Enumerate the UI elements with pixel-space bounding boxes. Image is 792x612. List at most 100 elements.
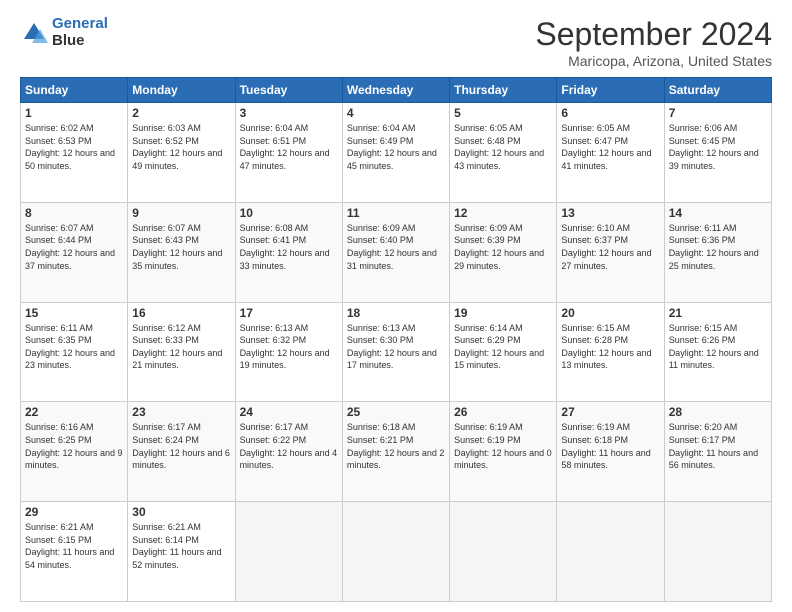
day-info: Sunrise: 6:15 AMSunset: 6:28 PMDaylight:… bbox=[561, 322, 659, 372]
day-number: 10 bbox=[240, 206, 338, 220]
day-info: Sunrise: 6:13 AMSunset: 6:32 PMDaylight:… bbox=[240, 322, 338, 372]
day-info: Sunrise: 6:19 AMSunset: 6:19 PMDaylight:… bbox=[454, 421, 552, 471]
calendar-day-header: Tuesday bbox=[235, 78, 342, 103]
day-number: 28 bbox=[669, 405, 767, 419]
day-number: 17 bbox=[240, 306, 338, 320]
calendar-cell: 13 Sunrise: 6:10 AMSunset: 6:37 PMDayligh… bbox=[557, 202, 664, 302]
day-info: Sunrise: 6:04 AMSunset: 6:49 PMDaylight:… bbox=[347, 122, 445, 172]
calendar-cell: 24 Sunrise: 6:17 AMSunset: 6:22 PMDayligh… bbox=[235, 402, 342, 502]
day-number: 25 bbox=[347, 405, 445, 419]
day-info: Sunrise: 6:05 AMSunset: 6:47 PMDaylight:… bbox=[561, 122, 659, 172]
calendar-cell: 30Sunrise: 6:21 AMSunset: 6:14 PMDayligh… bbox=[128, 502, 235, 602]
calendar-cell: 2Sunrise: 6:03 AMSunset: 6:52 PMDaylight… bbox=[128, 103, 235, 203]
day-info: Sunrise: 6:21 AMSunset: 6:15 PMDaylight:… bbox=[25, 521, 123, 571]
calendar-week-row: 1 Sunrise: 6:02 AMSunset: 6:53 PMDaylight… bbox=[21, 103, 772, 203]
day-info: Sunrise: 6:05 AMSunset: 6:48 PMDaylight:… bbox=[454, 122, 552, 172]
calendar-week-row: 29 Sunrise: 6:21 AMSunset: 6:15 PMDayligh… bbox=[21, 502, 772, 602]
day-number: 26 bbox=[454, 405, 552, 419]
day-info: Sunrise: 6:09 AMSunset: 6:40 PMDaylight:… bbox=[347, 222, 445, 272]
day-number: 20 bbox=[561, 306, 659, 320]
calendar-cell: 18Sunrise: 6:13 AMSunset: 6:30 PMDayligh… bbox=[342, 302, 449, 402]
calendar-cell: 22Sunrise: 6:16 AMSunset: 6:25 PMDayligh… bbox=[21, 402, 128, 502]
day-number: 12 bbox=[454, 206, 552, 220]
day-info: Sunrise: 6:18 AMSunset: 6:21 PMDaylight:… bbox=[347, 421, 445, 471]
day-info: Sunrise: 6:17 AMSunset: 6:22 PMDaylight:… bbox=[240, 421, 338, 471]
logo-text: General Blue bbox=[52, 16, 108, 49]
day-number: 11 bbox=[347, 206, 445, 220]
day-number: 21 bbox=[669, 306, 767, 320]
day-info: Sunrise: 6:19 AMSunset: 6:18 PMDaylight:… bbox=[561, 421, 659, 471]
calendar-cell bbox=[235, 502, 342, 602]
day-number: 24 bbox=[240, 405, 338, 419]
calendar-cell: 3 Sunrise: 6:04 AMSunset: 6:51 PMDaylight… bbox=[235, 103, 342, 203]
calendar-day-header: Saturday bbox=[664, 78, 771, 103]
calendar-cell: 28 Sunrise: 6:20 AMSunset: 6:17 PMDayligh… bbox=[664, 402, 771, 502]
day-number: 27 bbox=[561, 405, 659, 419]
day-info: Sunrise: 6:03 AMSunset: 6:52 PMDaylight:… bbox=[132, 122, 230, 172]
day-info: Sunrise: 6:07 AMSunset: 6:44 PMDaylight:… bbox=[25, 222, 123, 272]
logo-line2: Blue bbox=[52, 33, 108, 50]
day-number: 7 bbox=[669, 106, 767, 120]
calendar-cell: 8 Sunrise: 6:07 AMSunset: 6:44 PMDaylight… bbox=[21, 202, 128, 302]
day-info: Sunrise: 6:09 AMSunset: 6:39 PMDaylight:… bbox=[454, 222, 552, 272]
calendar-cell: 21 Sunrise: 6:15 AMSunset: 6:26 PMDayligh… bbox=[664, 302, 771, 402]
day-info: Sunrise: 6:20 AMSunset: 6:17 PMDaylight:… bbox=[669, 421, 767, 471]
day-number: 4 bbox=[347, 106, 445, 120]
calendar-cell: 23Sunrise: 6:17 AMSunset: 6:24 PMDayligh… bbox=[128, 402, 235, 502]
day-number: 9 bbox=[132, 206, 230, 220]
calendar-cell: 12 Sunrise: 6:09 AMSunset: 6:39 PMDayligh… bbox=[450, 202, 557, 302]
calendar-cell: 20 Sunrise: 6:15 AMSunset: 6:28 PMDayligh… bbox=[557, 302, 664, 402]
calendar-cell bbox=[450, 502, 557, 602]
calendar-day-header: Friday bbox=[557, 78, 664, 103]
day-info: Sunrise: 6:10 AMSunset: 6:37 PMDaylight:… bbox=[561, 222, 659, 272]
calendar-cell: 25 Sunrise: 6:18 AMSunset: 6:21 PMDayligh… bbox=[342, 402, 449, 502]
day-number: 16 bbox=[132, 306, 230, 320]
day-number: 8 bbox=[25, 206, 123, 220]
calendar-cell: 4 Sunrise: 6:04 AMSunset: 6:49 PMDaylight… bbox=[342, 103, 449, 203]
title-block: September 2024 Maricopa, Arizona, United… bbox=[535, 16, 772, 69]
calendar-cell: 11 Sunrise: 6:09 AMSunset: 6:40 PMDayligh… bbox=[342, 202, 449, 302]
day-number: 6 bbox=[561, 106, 659, 120]
calendar-cell: 17 Sunrise: 6:13 AMSunset: 6:32 PMDayligh… bbox=[235, 302, 342, 402]
day-number: 23 bbox=[132, 405, 230, 419]
calendar-cell: 10Sunrise: 6:08 AMSunset: 6:41 PMDayligh… bbox=[235, 202, 342, 302]
day-info: Sunrise: 6:02 AMSunset: 6:53 PMDaylight:… bbox=[25, 122, 123, 172]
calendar-header-row: SundayMondayTuesdayWednesdayThursdayFrid… bbox=[21, 78, 772, 103]
day-info: Sunrise: 6:07 AMSunset: 6:43 PMDaylight:… bbox=[132, 222, 230, 272]
day-info: Sunrise: 6:15 AMSunset: 6:26 PMDaylight:… bbox=[669, 322, 767, 372]
logo-icon bbox=[20, 19, 48, 47]
day-number: 30 bbox=[132, 505, 230, 519]
main-title: September 2024 bbox=[535, 16, 772, 53]
calendar-week-row: 8 Sunrise: 6:07 AMSunset: 6:44 PMDaylight… bbox=[21, 202, 772, 302]
day-info: Sunrise: 6:12 AMSunset: 6:33 PMDaylight:… bbox=[132, 322, 230, 372]
calendar-day-header: Thursday bbox=[450, 78, 557, 103]
header: General Blue September 2024 Maricopa, Ar… bbox=[20, 16, 772, 69]
calendar-cell bbox=[557, 502, 664, 602]
calendar-cell: 6 Sunrise: 6:05 AMSunset: 6:47 PMDaylight… bbox=[557, 103, 664, 203]
day-number: 5 bbox=[454, 106, 552, 120]
day-number: 29 bbox=[25, 505, 123, 519]
calendar-cell: 7 Sunrise: 6:06 AMSunset: 6:45 PMDaylight… bbox=[664, 103, 771, 203]
day-info: Sunrise: 6:11 AMSunset: 6:36 PMDaylight:… bbox=[669, 222, 767, 272]
calendar-cell: 14 Sunrise: 6:11 AMSunset: 6:36 PMDayligh… bbox=[664, 202, 771, 302]
calendar-day-header: Sunday bbox=[21, 78, 128, 103]
calendar-week-row: 22Sunrise: 6:16 AMSunset: 6:25 PMDayligh… bbox=[21, 402, 772, 502]
day-number: 18 bbox=[347, 306, 445, 320]
calendar-cell: 15Sunrise: 6:11 AMSunset: 6:35 PMDayligh… bbox=[21, 302, 128, 402]
day-info: Sunrise: 6:04 AMSunset: 6:51 PMDaylight:… bbox=[240, 122, 338, 172]
day-info: Sunrise: 6:06 AMSunset: 6:45 PMDaylight:… bbox=[669, 122, 767, 172]
calendar-cell bbox=[342, 502, 449, 602]
day-number: 1 bbox=[25, 106, 123, 120]
calendar-cell: 16 Sunrise: 6:12 AMSunset: 6:33 PMDayligh… bbox=[128, 302, 235, 402]
day-number: 13 bbox=[561, 206, 659, 220]
calendar-week-row: 15Sunrise: 6:11 AMSunset: 6:35 PMDayligh… bbox=[21, 302, 772, 402]
calendar-cell: 5 Sunrise: 6:05 AMSunset: 6:48 PMDaylight… bbox=[450, 103, 557, 203]
day-number: 3 bbox=[240, 106, 338, 120]
day-number: 14 bbox=[669, 206, 767, 220]
calendar-cell bbox=[664, 502, 771, 602]
day-number: 15 bbox=[25, 306, 123, 320]
subtitle: Maricopa, Arizona, United States bbox=[535, 53, 772, 69]
calendar-cell: 19Sunrise: 6:14 AMSunset: 6:29 PMDayligh… bbox=[450, 302, 557, 402]
calendar-cell: 1 Sunrise: 6:02 AMSunset: 6:53 PMDaylight… bbox=[21, 103, 128, 203]
calendar-cell: 26 Sunrise: 6:19 AMSunset: 6:19 PMDayligh… bbox=[450, 402, 557, 502]
